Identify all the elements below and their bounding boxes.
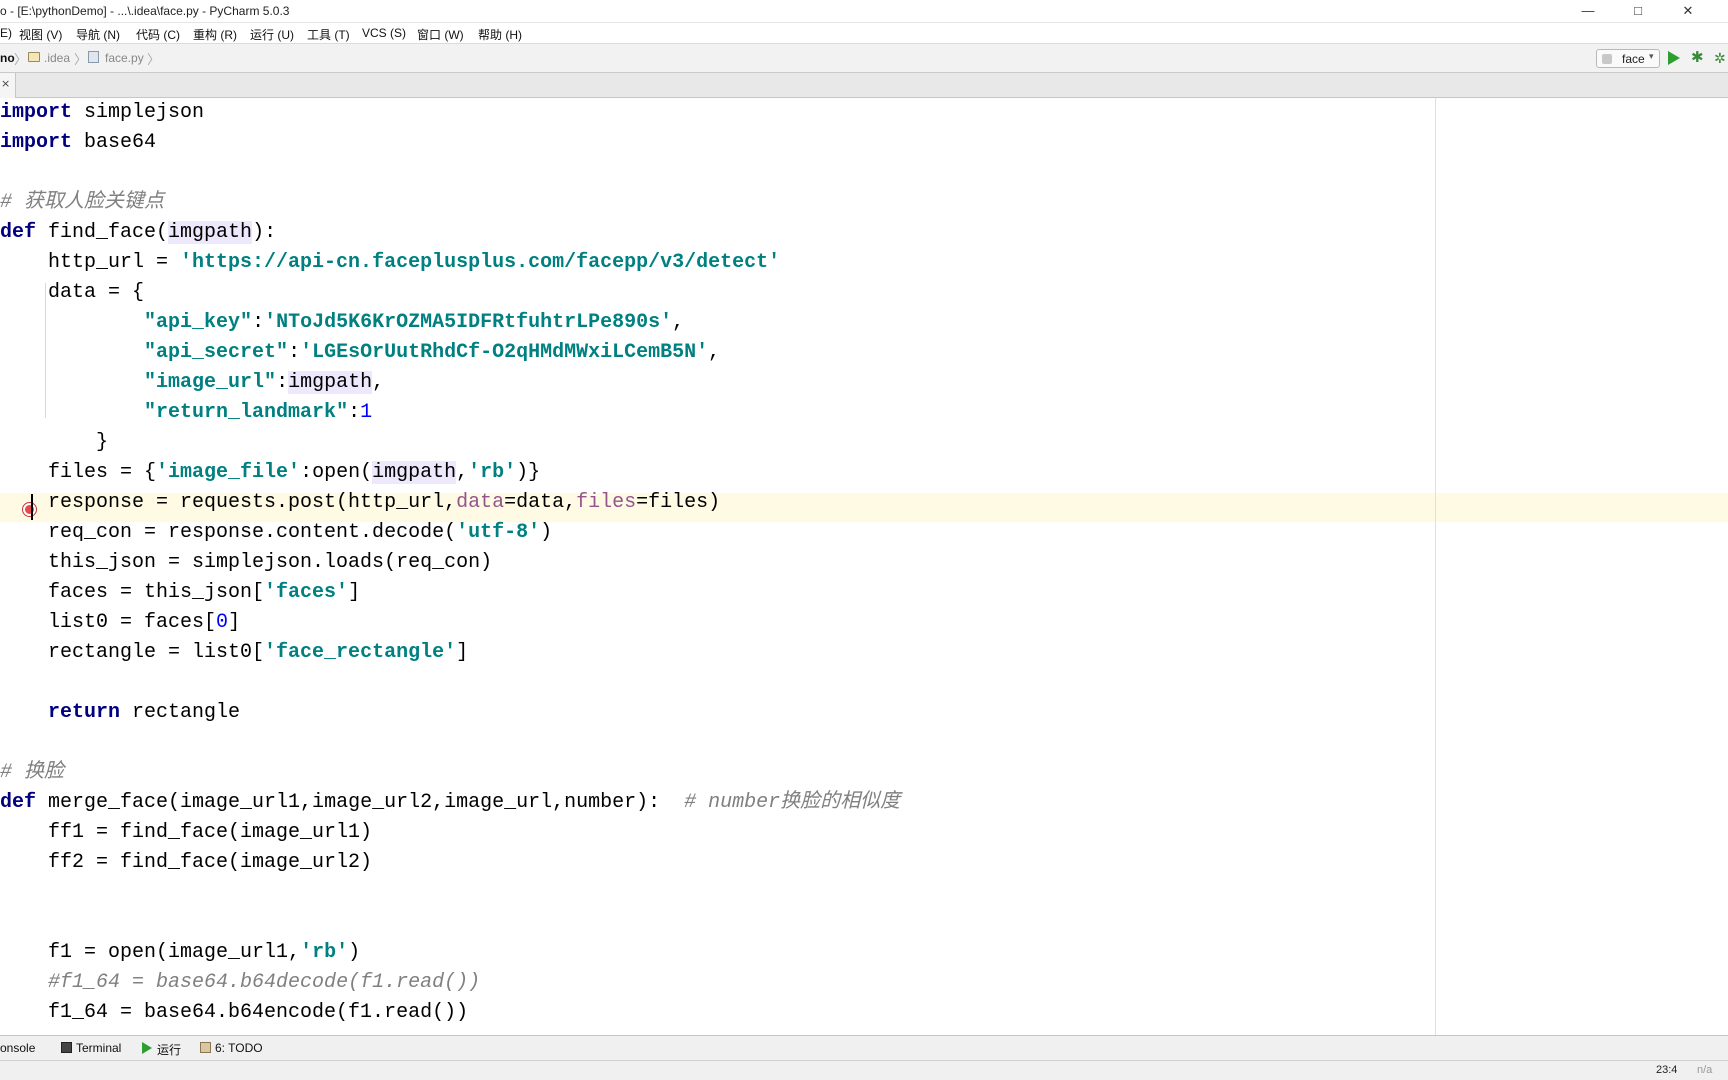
debug-icon[interactable]: ✱ bbox=[1691, 50, 1704, 66]
code-line[interactable]: data = { bbox=[0, 278, 900, 308]
menu-window[interactable]: 窗口 (W) bbox=[417, 26, 464, 43]
folder-icon bbox=[28, 52, 40, 62]
code-line[interactable]: list0 = faces[0] bbox=[0, 608, 900, 638]
code-line[interactable]: import base64 bbox=[0, 128, 900, 158]
code-line[interactable]: http_url = 'https://api-cn.faceplusplus.… bbox=[0, 248, 900, 278]
file-encoding[interactable]: n/a bbox=[1697, 1064, 1712, 1076]
chevron-right-icon: 〉 bbox=[74, 52, 88, 67]
python-config-icon bbox=[1602, 54, 1612, 64]
title-bar: o - [E:\pythonDemo] - ...\.idea\face.py … bbox=[0, 0, 1728, 23]
chevron-right-icon: 〉 bbox=[147, 52, 161, 67]
menu-vcs[interactable]: VCS (S) bbox=[362, 26, 406, 40]
code-text[interactable]: import simplejson import base64 # 获取人脸关键点… bbox=[0, 98, 900, 1028]
close-button[interactable]: ✕ bbox=[1668, 0, 1708, 23]
run-tool-icon bbox=[142, 1042, 152, 1054]
code-line[interactable]: ff2 = find_face(image_url2) bbox=[0, 848, 900, 878]
terminal-icon bbox=[61, 1042, 72, 1053]
menu-bar: E) 视图 (V) 导航 (N) 代码 (C) 重构 (R) 运行 (U) 工具… bbox=[0, 23, 1728, 44]
minimize-button[interactable]: — bbox=[1568, 0, 1608, 23]
editor-tab-face-py[interactable]: × bbox=[0, 73, 16, 98]
code-line[interactable]: "api_key":'NToJd5K6KrOZMA5IDFRtfuhtrLPe8… bbox=[0, 308, 900, 338]
breadcrumb-file[interactable]: face.py bbox=[105, 51, 144, 65]
breadcrumb-folder[interactable]: .idea bbox=[44, 51, 70, 65]
caret-position[interactable]: 23:4 bbox=[1656, 1064, 1677, 1076]
code-line[interactable]: def merge_face(image_url1,image_url2,ima… bbox=[0, 788, 900, 818]
code-line[interactable]: # 获取人脸关键点 bbox=[0, 188, 900, 218]
code-line[interactable] bbox=[0, 908, 900, 938]
code-line[interactable]: f1 = open(image_url1,'rb') bbox=[0, 938, 900, 968]
coverage-icon[interactable]: ✲ bbox=[1714, 50, 1726, 66]
maximize-button[interactable]: □ bbox=[1618, 0, 1658, 23]
todo-icon bbox=[200, 1042, 211, 1053]
menu-tools[interactable]: 工具 (T) bbox=[307, 26, 350, 43]
code-line[interactable]: import simplejson bbox=[0, 98, 900, 128]
chevron-right-icon: 〉 bbox=[14, 52, 28, 67]
menu-navigate[interactable]: 导航 (N) bbox=[76, 26, 120, 43]
code-line[interactable]: return rectangle bbox=[0, 698, 900, 728]
editor-tabs: × bbox=[0, 73, 1728, 98]
window-title: o - [E:\pythonDemo] - ...\.idea\face.py … bbox=[0, 4, 290, 18]
menu-help[interactable]: 帮助 (H) bbox=[478, 26, 522, 43]
breakpoint-icon[interactable] bbox=[23, 503, 36, 516]
code-line[interactable]: "image_url":imgpath, bbox=[0, 368, 900, 398]
code-line[interactable]: faces = this_json['faces'] bbox=[0, 578, 900, 608]
code-line[interactable]: response = requests.post(http_url,data=d… bbox=[0, 488, 900, 518]
window-controls: — □ ✕ bbox=[1568, 0, 1728, 23]
right-margin-guide bbox=[1435, 98, 1436, 1035]
code-line[interactable]: def find_face(imgpath): bbox=[0, 218, 900, 248]
code-line[interactable]: rectangle = list0['face_rectangle'] bbox=[0, 638, 900, 668]
run-configuration-label: face bbox=[1622, 52, 1645, 66]
menu-refactor[interactable]: 重构 (R) bbox=[193, 26, 237, 43]
menu-edit[interactable]: E) bbox=[0, 26, 12, 40]
chevron-down-icon: ▾ bbox=[1649, 51, 1654, 61]
tool-todo[interactable]: 6: TODO bbox=[215, 1041, 263, 1055]
code-line[interactable] bbox=[0, 728, 900, 758]
code-line[interactable] bbox=[0, 158, 900, 188]
code-line[interactable]: req_con = response.content.decode('utf-8… bbox=[0, 518, 900, 548]
menu-view[interactable]: 视图 (V) bbox=[19, 26, 62, 43]
code-line[interactable]: "api_secret":'LGEsOrUutRhdCf-O2qHMdMWxiL… bbox=[0, 338, 900, 368]
code-line[interactable] bbox=[0, 878, 900, 908]
code-line[interactable]: ff1 = find_face(image_url1) bbox=[0, 818, 900, 848]
tool-window-bar: onsole Terminal 运行 6: TODO bbox=[0, 1035, 1728, 1060]
code-line[interactable]: this_json = simplejson.loads(req_con) bbox=[0, 548, 900, 578]
close-tab-icon[interactable]: × bbox=[1, 77, 10, 90]
code-line[interactable]: #f1_64 = base64.b64decode(f1.read()) bbox=[0, 968, 900, 998]
status-bar: 23:4 n/a bbox=[0, 1060, 1728, 1080]
code-line[interactable]: # 换脸 bbox=[0, 758, 900, 788]
code-line[interactable]: } bbox=[0, 428, 900, 458]
code-line[interactable]: "return_landmark":1 bbox=[0, 398, 900, 428]
menu-code[interactable]: 代码 (C) bbox=[136, 26, 180, 43]
python-file-icon bbox=[88, 51, 99, 63]
navigation-bar: no 〉 .idea 〉 face.py 〉 face ▾ ✱ ✲ bbox=[0, 44, 1728, 73]
tool-python-console[interactable]: onsole bbox=[0, 1041, 35, 1055]
menu-run[interactable]: 运行 (U) bbox=[250, 26, 294, 43]
tool-terminal[interactable]: Terminal bbox=[76, 1041, 121, 1055]
text-caret bbox=[31, 494, 33, 520]
tool-run[interactable]: 运行 bbox=[157, 1041, 181, 1058]
run-configuration-select[interactable]: face ▾ bbox=[1596, 49, 1660, 68]
code-line[interactable]: f1_64 = base64.b64encode(f1.read()) bbox=[0, 998, 900, 1028]
code-editor[interactable]: import simplejson import base64 # 获取人脸关键点… bbox=[0, 98, 1728, 1035]
run-icon[interactable] bbox=[1668, 51, 1680, 65]
breadcrumb-project[interactable]: no bbox=[0, 51, 15, 65]
code-line[interactable] bbox=[0, 668, 900, 698]
code-line[interactable]: files = {'image_file':open(imgpath,'rb')… bbox=[0, 458, 900, 488]
